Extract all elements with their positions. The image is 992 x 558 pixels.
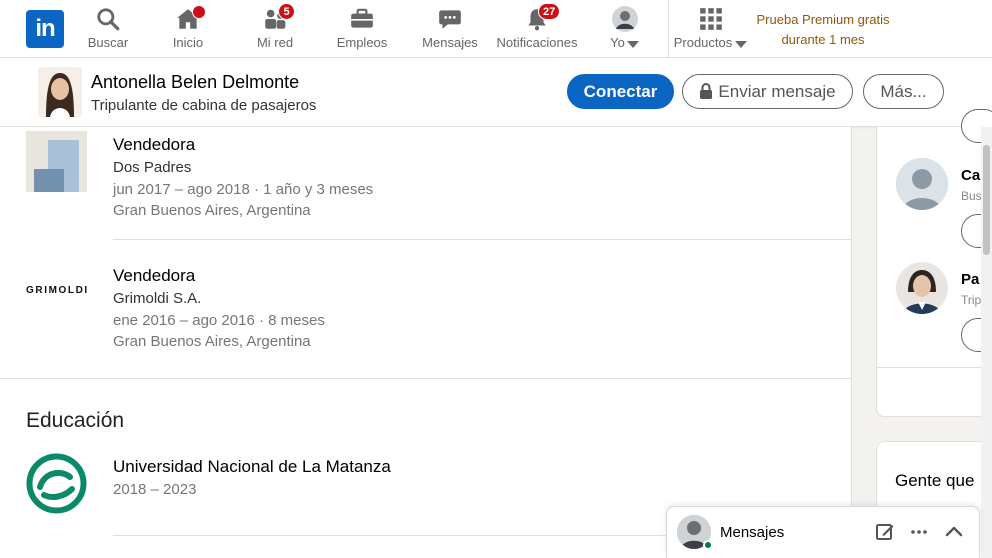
search-icon xyxy=(97,8,120,31)
nav-products[interactable]: Productos xyxy=(672,0,750,58)
experience-dates: ene 2016 – ago 2016 · 8 meses xyxy=(113,312,325,329)
grid-icon xyxy=(700,8,722,30)
nav-home[interactable]: Inicio xyxy=(166,0,210,58)
people-also-viewed-card: Ca Bus Pa Trip xyxy=(876,109,992,417)
premium-line-2: durante 1 mes xyxy=(781,32,865,47)
profile-headline: Tripulante de cabina de pasajeros xyxy=(91,97,317,114)
page-scrollbar[interactable] xyxy=(981,127,992,558)
linkedin-profile-page: in Buscar Inicio 5 Mi red Empleos Mensaj… xyxy=(0,0,992,558)
messaging-icon xyxy=(439,10,461,29)
person-name[interactable]: Ca xyxy=(961,167,980,184)
experience-company: Dos Padres xyxy=(113,159,192,176)
caret-down-icon xyxy=(626,40,639,48)
send-message-label: Enviar mensaje xyxy=(718,82,836,101)
experience-title[interactable]: Vendedora xyxy=(113,135,195,155)
person-avatar[interactable] xyxy=(896,158,948,210)
lock-icon xyxy=(700,83,713,99)
nav-search[interactable]: Buscar xyxy=(84,0,132,58)
profile-photo-image xyxy=(38,67,82,117)
nav-search-label: Buscar xyxy=(87,35,129,50)
premium-line-1: Prueba Premium gratis xyxy=(756,12,890,27)
caret-down-icon xyxy=(735,40,748,48)
online-status-dot xyxy=(703,540,713,550)
nav-products-label: Productos xyxy=(672,35,750,50)
nav-messaging-label: Mensajes xyxy=(422,35,478,50)
network-badge: 5 xyxy=(278,3,295,20)
nav-me-label: Yo xyxy=(604,35,646,50)
person-headline: Trip xyxy=(961,293,982,307)
nav-me-text: Yo xyxy=(610,35,625,50)
nav-divider xyxy=(668,0,669,58)
experience-item: Vendedora Dos Padres jun 2017 – ago 2018… xyxy=(0,127,852,239)
briefcase-icon xyxy=(351,8,373,28)
profile-photo[interactable] xyxy=(38,67,82,117)
profile-main-column: Vendedora Dos Padres jun 2017 – ago 2018… xyxy=(0,127,852,558)
nav-notifications[interactable]: 27 Notificaciones xyxy=(494,0,580,58)
home-notification-dot xyxy=(192,5,206,19)
nav-me[interactable]: Yo xyxy=(604,0,646,58)
global-nav: in Buscar Inicio 5 Mi red Empleos Mensaj… xyxy=(0,0,992,58)
linkedin-logo[interactable]: in xyxy=(26,10,64,48)
scrollbar-thumb[interactable] xyxy=(983,145,990,255)
chevron-up-icon[interactable] xyxy=(943,521,965,543)
person-photo xyxy=(896,262,948,314)
nav-notifications-label: Notificaciones xyxy=(496,35,578,50)
experience-item: GRIMOLDI Vendedora Grimoldi S.A. ene 201… xyxy=(0,239,852,377)
education-heading: Educación xyxy=(26,409,125,432)
profile-name: Antonella Belen Delmonte xyxy=(91,72,300,92)
nav-jobs[interactable]: Empleos xyxy=(334,0,390,58)
card-title: Gente que xyxy=(895,471,975,490)
person-avatar[interactable] xyxy=(896,262,948,314)
nav-products-text: Productos xyxy=(673,35,733,50)
experience-location: Gran Buenos Aires, Argentina xyxy=(113,202,311,219)
experience-company: Grimoldi S.A. xyxy=(113,290,202,307)
experience-title[interactable]: Vendedora xyxy=(113,266,195,286)
nav-messaging[interactable]: Mensajes xyxy=(419,0,481,58)
compose-icon[interactable] xyxy=(874,521,896,543)
profile-avatar xyxy=(612,6,638,32)
experience-dates: jun 2017 – ago 2018 · 1 año y 3 meses xyxy=(113,181,374,198)
school-years: 2018 – 2023 xyxy=(113,481,197,498)
send-message-button[interactable]: Enviar mensaje xyxy=(682,74,853,109)
messaging-overlay[interactable]: Mensajes xyxy=(666,506,980,558)
company-placeholder-icon xyxy=(34,140,79,192)
default-avatar-icon xyxy=(896,158,948,210)
school-name[interactable]: Universidad Nacional de La Matanza xyxy=(113,457,391,477)
more-actions-button[interactable]: Más... xyxy=(863,74,944,109)
notifications-badge: 27 xyxy=(538,3,561,20)
person-name[interactable]: Pa xyxy=(961,271,979,288)
profile-sticky-header: Antonella Belen Delmonte Tripulante de c… xyxy=(0,58,992,127)
divider xyxy=(877,367,992,368)
more-options-icon[interactable] xyxy=(908,521,930,543)
nav-home-label: Inicio xyxy=(172,35,204,50)
person-headline: Bus xyxy=(961,189,982,203)
connect-button[interactable]: Conectar xyxy=(567,74,674,109)
nav-jobs-label: Empleos xyxy=(336,35,388,50)
messaging-label: Mensajes xyxy=(720,524,785,541)
education-item: Universidad Nacional de La Matanza 2018 … xyxy=(0,453,852,513)
experience-location: Gran Buenos Aires, Argentina xyxy=(113,333,311,350)
premium-trial-link[interactable]: Prueba Premium gratis durante 1 mes xyxy=(748,10,898,50)
company-logo-placeholder[interactable] xyxy=(26,131,87,192)
section-divider xyxy=(0,378,852,379)
nav-my-network[interactable]: 5 Mi red xyxy=(253,0,297,58)
nav-my-network-label: Mi red xyxy=(256,35,294,50)
grimoldi-logo[interactable]: GRIMOLDI xyxy=(26,285,90,296)
